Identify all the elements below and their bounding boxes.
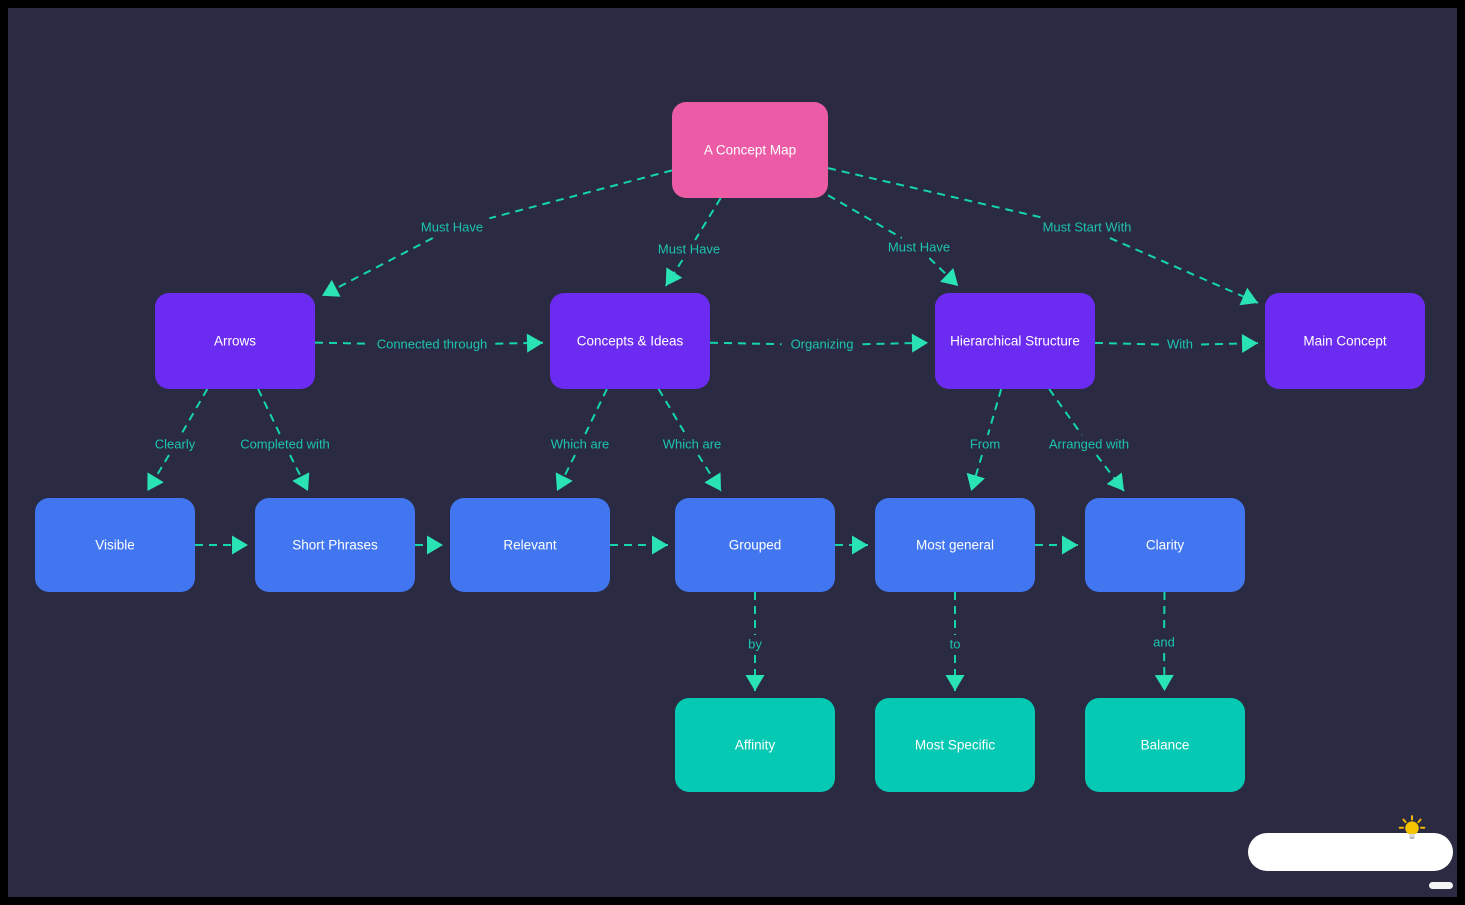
arrow-head	[1106, 472, 1124, 491]
node-label-most-general: Most general	[916, 538, 994, 553]
arrow-head	[745, 675, 765, 691]
node-grouped[interactable]: Grouped	[675, 498, 835, 592]
arrow-head	[322, 279, 341, 297]
edge-label-e20: to	[950, 636, 961, 651]
edge-e3-seg1[interactable]	[827, 194, 903, 239]
arrow-head	[704, 472, 721, 491]
edge-label-e1: Must Have	[421, 219, 483, 234]
creately-watermark	[1222, 815, 1457, 889]
node-clarity[interactable]: Clarity	[1085, 498, 1245, 592]
node-label-main-concept: Main Concept	[1303, 334, 1387, 349]
node-label-clarity: Clarity	[1146, 538, 1185, 553]
creately-tagline	[1429, 882, 1453, 889]
node-affinity[interactable]: Affinity	[675, 698, 835, 792]
edge-label-e8: Clearly	[155, 436, 196, 451]
arrow-head	[1062, 535, 1078, 555]
edge-label-e2: Must Have	[658, 241, 720, 256]
node-label-most-specific: Most Specific	[915, 738, 996, 753]
arrow-head	[292, 472, 310, 491]
edge-label-e9: Completed with	[240, 436, 330, 451]
edge-e6-seg1[interactable]	[709, 341, 782, 346]
edge-e7-seg1[interactable]	[1094, 341, 1160, 346]
arrow-head	[665, 267, 683, 286]
node-label-balance: Balance	[1141, 738, 1190, 753]
edge-label-e4: Must Start With	[1043, 219, 1132, 234]
node-concepts-ideas[interactable]: Concepts & Ideas	[550, 293, 710, 389]
edge-e8-seg1[interactable]	[179, 388, 209, 436]
edge-label-e6: Organizing	[791, 336, 854, 351]
edge-e9-seg1[interactable]	[257, 388, 282, 436]
edge-label-e13: Arranged with	[1049, 436, 1129, 451]
node-label-short-phrases: Short Phrases	[292, 538, 378, 553]
arrow-head	[911, 333, 928, 353]
edge-e5-seg1[interactable]	[314, 341, 369, 345]
node-label-visible: Visible	[95, 538, 135, 553]
edge-label-e7: With	[1167, 336, 1193, 351]
node-label-concepts-ideas: Concepts & Ideas	[577, 334, 684, 349]
node-label-concept-map: A Concept Map	[704, 143, 796, 158]
arrow-head	[526, 333, 543, 353]
arrow-head	[147, 472, 164, 491]
node-label-arrows: Arrows	[214, 334, 256, 349]
arrow-head	[1241, 334, 1258, 353]
node-most-general[interactable]: Most general	[875, 498, 1035, 592]
arrow-head	[427, 535, 443, 555]
node-arrows[interactable]: Arrows	[155, 293, 315, 389]
node-short-phrases[interactable]: Short Phrases	[255, 498, 415, 592]
edge-e4-seg1[interactable]	[827, 167, 1045, 219]
arrow-head	[652, 535, 668, 555]
arrow-head	[555, 472, 573, 491]
node-visible[interactable]: Visible	[35, 498, 195, 592]
edge-label-e12: From	[970, 436, 1000, 451]
concept-map-svg[interactable]: A Concept Map Arrows Concepts & Ideas Hiera…	[8, 8, 1457, 897]
edge-e1-seg2[interactable]	[321, 237, 434, 297]
edge-e1-seg1[interactable]	[489, 169, 673, 220]
lightbulb-icon	[1398, 815, 1426, 839]
arrow-head	[1154, 674, 1174, 691]
edge-e2-seg1[interactable]	[694, 197, 722, 241]
edge-e4-seg2[interactable]	[1109, 237, 1259, 304]
node-relevant[interactable]: Relevant	[450, 498, 610, 592]
node-most-specific[interactable]: Most Specific	[875, 698, 1035, 792]
node-label-relevant: Relevant	[503, 538, 557, 553]
node-label-hierarchical-structure: Hierarchical Structure	[950, 334, 1080, 349]
edge-e10-seg1[interactable]	[583, 388, 608, 436]
node-balance[interactable]: Balance	[1085, 698, 1245, 792]
edge-label-e3: Must Have	[888, 239, 950, 254]
node-hierarchical-structure[interactable]: Hierarchical Structure	[935, 293, 1095, 389]
node-concept-map[interactable]: A Concept Map	[672, 102, 828, 198]
diagram-canvas[interactable]: A Concept Map Arrows Concepts & Ideas Hiera…	[8, 8, 1457, 897]
node-label-grouped: Grouped	[729, 538, 782, 553]
edge-label-e19: by	[748, 636, 762, 651]
arrow-head	[852, 535, 868, 555]
node-main-concept[interactable]: Main Concept	[1265, 293, 1425, 389]
node-label-affinity: Affinity	[735, 738, 776, 753]
edge-e11-seg1[interactable]	[657, 388, 687, 436]
screenshot-frame: A Concept Map Arrows Concepts & Ideas Hiera…	[0, 0, 1465, 905]
arrow-head	[232, 535, 248, 555]
edge-label-e11: Which are	[663, 436, 722, 451]
edge-label-e10: Which are	[551, 436, 610, 451]
arrow-head	[945, 675, 965, 691]
edge-e13-seg1[interactable]	[1048, 388, 1083, 436]
edge-e12-seg1[interactable]	[986, 388, 1003, 436]
edge-label-e21: and	[1153, 634, 1175, 649]
edge-label-e5: Connected through	[377, 336, 488, 351]
